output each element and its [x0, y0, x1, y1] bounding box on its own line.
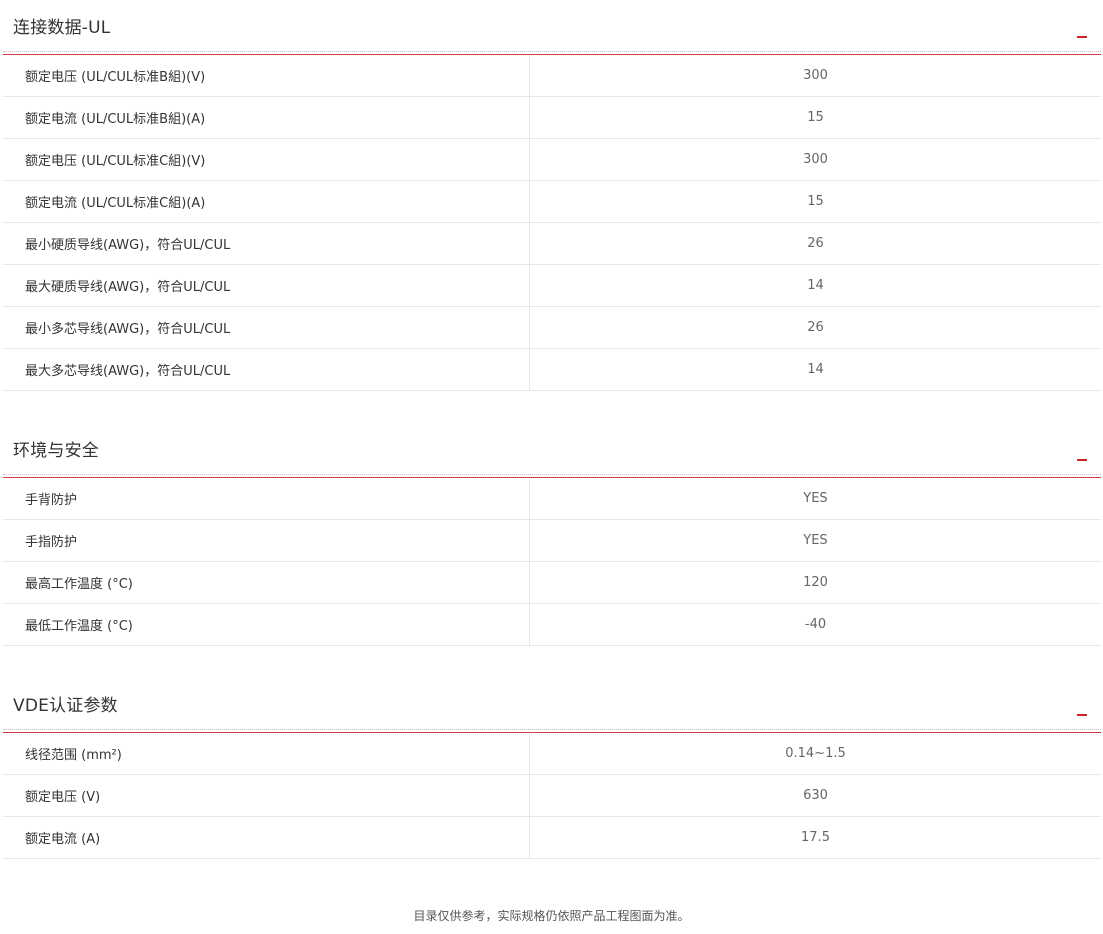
table-row: 额定电流 (UL/CUL标准B組)(A) 15: [3, 97, 1101, 139]
row-label: 最小多芯导线(AWG)，符合UL/CUL: [3, 307, 530, 348]
row-value: YES: [803, 491, 828, 506]
table-row: 额定电压 (V) 630: [3, 775, 1101, 817]
row-value: 300: [803, 152, 828, 167]
row-label: 额定电压 (UL/CUL标准C組)(V): [3, 139, 530, 180]
row-label: 线径范围 (mm²): [3, 733, 530, 774]
section-divider: [3, 729, 1101, 733]
row-label: 最高工作温度 (°C): [3, 562, 530, 603]
table-row: 最小多芯导线(AWG)，符合UL/CUL 26: [3, 307, 1101, 349]
row-label: 手背防护: [3, 478, 530, 519]
table-row: 最大硬质导线(AWG)，符合UL/CUL 14: [3, 265, 1101, 307]
collapse-minus-icon[interactable]: [1077, 36, 1087, 38]
row-value: 630: [803, 788, 828, 803]
row-label: 额定电压 (UL/CUL标准B組)(V): [3, 55, 530, 96]
row-label: 最大硬质导线(AWG)，符合UL/CUL: [3, 265, 530, 306]
row-label: 额定电流 (A): [3, 817, 530, 858]
row-value: 17.5: [801, 830, 830, 845]
row-value: 15: [807, 194, 824, 209]
row-value: 15: [807, 110, 824, 125]
table-row: 最大多芯导线(AWG)，符合UL/CUL 14: [3, 349, 1101, 391]
row-value: 26: [807, 320, 824, 335]
section-header: 环境与安全: [3, 423, 1101, 478]
collapse-minus-icon[interactable]: [1077, 459, 1087, 461]
section-connection-ul: 连接数据-UL 额定电压 (UL/CUL标准B組)(V) 300 额定电流 (U…: [3, 0, 1101, 391]
spec-table: 线径范围 (mm²) 0.14~1.5 额定电压 (V) 630 额定电流 (A…: [3, 733, 1101, 859]
section-title: VDE认证参数: [13, 696, 118, 716]
row-label: 手指防护: [3, 520, 530, 561]
section-divider: [3, 474, 1101, 478]
spec-table: 手背防护 YES 手指防护 YES 最高工作温度 (°C) 120 最低工作温度…: [3, 478, 1101, 646]
row-label: 最低工作温度 (°C): [3, 604, 530, 645]
row-value: 14: [807, 362, 824, 377]
section-title: 连接数据-UL: [13, 18, 111, 38]
spec-page: 连接数据-UL 额定电压 (UL/CUL标准B組)(V) 300 额定电流 (U…: [0, 0, 1103, 934]
disclaimer-footnote: 目录仅供参考，实际规格仍依照产品工程图面为准。: [413, 909, 690, 923]
table-row: 最高工作温度 (°C) 120: [3, 562, 1101, 604]
row-value: YES: [803, 533, 828, 548]
collapse-minus-icon[interactable]: [1077, 714, 1087, 716]
row-value: 0.14~1.5: [785, 746, 846, 761]
spec-table: 额定电压 (UL/CUL标准B組)(V) 300 额定电流 (UL/CUL标准B…: [3, 55, 1101, 391]
row-label: 最大多芯导线(AWG)，符合UL/CUL: [3, 349, 530, 390]
section-vde-certification: VDE认证参数 线径范围 (mm²) 0.14~1.5 额定电压 (V) 630…: [3, 678, 1101, 859]
table-row: 最低工作温度 (°C) -40: [3, 604, 1101, 646]
table-row: 额定电压 (UL/CUL标准C組)(V) 300: [3, 139, 1101, 181]
row-label: 额定电压 (V): [3, 775, 530, 816]
section-environment-safety: 环境与安全 手背防护 YES 手指防护 YES 最高工作温度 (°C) 120 …: [3, 423, 1101, 646]
row-value: 14: [807, 278, 824, 293]
section-header: VDE认证参数: [3, 678, 1101, 733]
section-header: 连接数据-UL: [3, 0, 1101, 55]
row-value: 26: [807, 236, 824, 251]
section-divider: [3, 51, 1101, 55]
table-row: 手背防护 YES: [3, 478, 1101, 520]
section-title: 环境与安全: [13, 441, 99, 461]
table-row: 线径范围 (mm²) 0.14~1.5: [3, 733, 1101, 775]
table-row: 额定电压 (UL/CUL标准B組)(V) 300: [3, 55, 1101, 97]
row-value: -40: [804, 617, 827, 632]
table-row: 额定电流 (A) 17.5: [3, 817, 1101, 859]
table-row: 额定电流 (UL/CUL标准C組)(A) 15: [3, 181, 1101, 223]
table-row: 最小硬质导线(AWG)，符合UL/CUL 26: [3, 223, 1101, 265]
row-value: 120: [803, 575, 828, 590]
row-value: 300: [803, 68, 828, 83]
row-label: 最小硬质导线(AWG)，符合UL/CUL: [3, 223, 530, 264]
table-row: 手指防护 YES: [3, 520, 1101, 562]
row-label: 额定电流 (UL/CUL标准C組)(A): [3, 181, 530, 222]
row-label: 额定电流 (UL/CUL标准B組)(A): [3, 97, 530, 138]
